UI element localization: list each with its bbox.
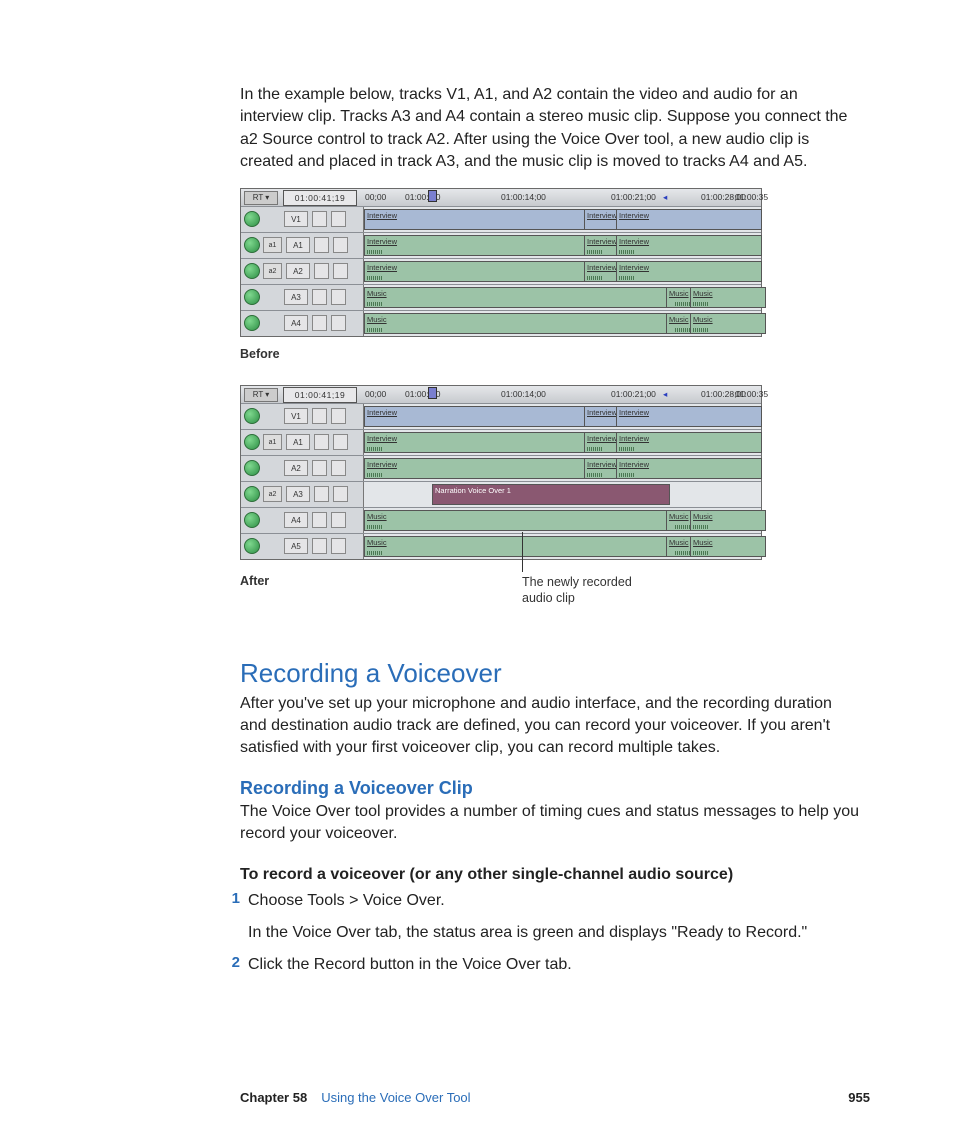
ruler-tick: 00;00 [365,192,386,202]
clip-music: Music [690,313,766,334]
chapter-title: Using the Voice Over Tool [321,1090,470,1105]
playhead-icon: 00 [431,192,440,202]
clip-music: Music [364,287,670,308]
page-number: 955 [848,1090,870,1105]
track-label: A2 [286,263,310,279]
ruler-tick: 01:00:21;00 [611,192,656,202]
subsection-body: The Voice Over tool provides a number of… [240,801,860,846]
timeline-after: RT ▾ 01:00:41;19 00;00 00 01:00: 01:00:1… [240,385,762,560]
clip-voiceover: Narration Voice Over 1 [432,484,670,505]
source-control: a1 [263,237,282,253]
rt-button: RT ▾ [244,191,278,205]
callout-text: The newly recorded audio clip [522,574,662,608]
clip-interview: Interview [364,261,588,282]
mute-icon [331,211,346,227]
track-row-a1: a1A1 InterviewInterviewInterview [241,232,761,258]
step-text: Click the Record button in the Voice Ove… [248,954,572,976]
clip-interview: Interview [616,209,762,230]
track-label: A3 [284,289,308,305]
step-number: 2 [220,954,248,971]
figure-label-after: After [240,574,269,588]
visibility-icon [244,211,260,227]
step-number: 1 [220,890,248,907]
page-footer: Chapter 58 Using the Voice Over Tool 955 [240,1090,870,1105]
chapter-label: Chapter 58 [240,1090,307,1105]
track-label: V1 [284,211,308,227]
ruler-tick: 01:00: [405,192,429,202]
clip-interview: Interview [364,235,588,256]
section-heading: Recording a Voiceover [240,658,860,689]
track-row-v1: V1 InterviewInterviewInterview [241,206,761,232]
lock-icon [312,211,327,227]
section-body: After you've set up your microphone and … [240,693,860,760]
clip-interview: Interview [364,209,588,230]
timecode-display: 01:00:41;19 [283,190,357,206]
step-text: In the Voice Over tab, the status area i… [248,922,807,944]
source-control: a2 [263,263,282,279]
clip-interview: Interview [616,261,762,282]
track-label: A4 [284,315,308,331]
figure-label-before: Before [240,347,860,361]
clip-interview: Interview [616,235,762,256]
subsection-heading: Recording a Voiceover Clip [240,778,860,799]
step-text: Choose Tools > Voice Over. [248,890,445,912]
timeline-ruler: RT ▾ 01:00:41;19 00;00 00 01:00: 01:00:1… [241,189,761,206]
clip-music: Music [690,287,766,308]
timeline-before: RT ▾ 01:00:41;19 00;00 00 01:00: 01:00:1… [240,188,762,337]
clip-interview: Interview [584,261,620,282]
clip-interview: Interview [584,235,620,256]
callout-line [522,532,523,572]
clip-interview: Interview [584,209,620,230]
track-label: A1 [286,237,310,253]
track-row-a2: a2A2 InterviewInterviewInterview [241,258,761,284]
ruler-tick: 01:00:35 [735,192,768,202]
ruler-tick: 01:00:14;00 [501,192,546,202]
procedure-title: To record a voiceover (or any other sing… [240,866,860,884]
track-row-a3: A3 MusicMusicMusic [241,284,761,310]
clip-music: Music [364,313,670,334]
track-row-a4: A4 MusicMusicMusic [241,310,761,336]
audible-icon [244,237,260,253]
intro-paragraph: In the example below, tracks V1, A1, and… [240,84,860,174]
